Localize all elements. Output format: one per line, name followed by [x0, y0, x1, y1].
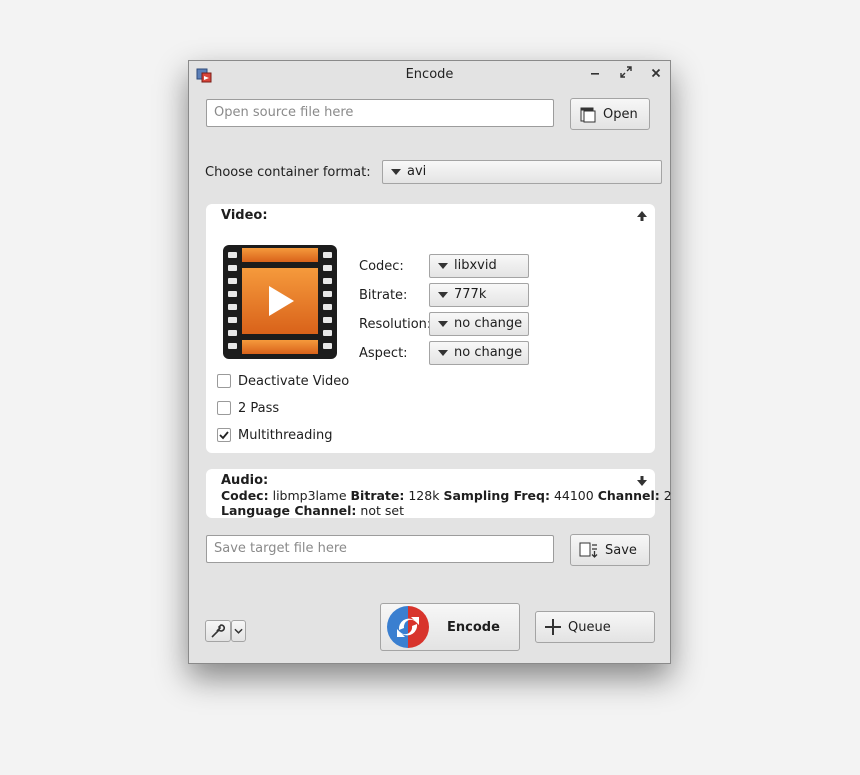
deactivate-video-checkbox[interactable]: [217, 374, 231, 388]
expand-down-icon[interactable]: [636, 475, 648, 487]
plus-icon: [545, 619, 561, 635]
audio-bitrate-key: Bitrate:: [350, 488, 405, 503]
container-format-value: avi: [407, 164, 427, 179]
two-pass-checkbox[interactable]: [217, 401, 231, 415]
container-format-select[interactable]: avi: [382, 160, 662, 184]
encode-button[interactable]: Encode: [380, 603, 520, 651]
audio-language-line: Language Channel: not set: [221, 503, 404, 518]
aspect-select[interactable]: no change: [429, 341, 529, 365]
audio-sampling-value: 44100: [553, 488, 594, 503]
wrench-icon: [211, 624, 225, 638]
collapse-up-icon[interactable]: [636, 210, 648, 222]
resolution-value: no change: [454, 316, 523, 331]
aspect-value: no change: [454, 345, 523, 360]
encode-button-label: Encode: [447, 619, 500, 635]
save-button-label: Save: [605, 542, 637, 558]
save-button[interactable]: Save: [570, 534, 650, 566]
queue-button[interactable]: Queue: [535, 611, 655, 643]
audio-channel-key: Channel:: [597, 488, 660, 503]
container-format-label: Choose container format:: [205, 165, 371, 180]
audio-codec-key: Codec:: [221, 488, 269, 503]
chevron-down-icon: [234, 628, 243, 634]
multithreading-label: Multithreading: [238, 428, 333, 443]
checkmark-icon: [219, 431, 229, 440]
open-button-label: Open: [603, 106, 638, 122]
codec-label: Codec:: [359, 259, 404, 274]
title-bar: Encode: [189, 61, 670, 89]
audio-channel-value: 2: [663, 488, 672, 503]
codec-select[interactable]: libxvid: [429, 254, 529, 278]
close-icon[interactable]: [647, 66, 665, 84]
minimize-icon[interactable]: [586, 66, 604, 84]
chevron-down-icon: [438, 292, 448, 298]
two-pass-label: 2 Pass: [238, 401, 280, 416]
codec-value: libxvid: [454, 258, 497, 273]
bitrate-value: 777k: [454, 287, 487, 302]
queue-button-label: Queue: [568, 619, 611, 635]
source-file-input[interactable]: Open source file here: [206, 99, 554, 127]
audio-language-key: Language Channel:: [221, 503, 357, 518]
audio-language-value: not set: [360, 503, 404, 518]
tools-dropdown-button[interactable]: [231, 620, 246, 642]
chevron-down-icon: [438, 263, 448, 269]
save-file-icon: [579, 542, 598, 558]
deactivate-video-label: Deactivate Video: [238, 374, 350, 389]
audio-panel[interactable]: Audio: Codec: libmp3lame Bitrate: 128k S…: [206, 469, 672, 518]
bitrate-select[interactable]: 777k: [429, 283, 529, 307]
encode-window: Encode Open source file here Open Choose…: [188, 60, 672, 664]
audio-summary-line: Codec: libmp3lame Bitrate: 128k Sampling…: [221, 488, 672, 503]
multithreading-checkbox[interactable]: [217, 428, 231, 442]
audio-panel-title: Audio:: [221, 473, 269, 488]
open-button[interactable]: Open: [570, 98, 650, 130]
video-film-icon: [223, 245, 337, 359]
open-folder-icon: [580, 107, 596, 123]
audio-bitrate-value: 128k: [408, 488, 440, 503]
chevron-down-icon: [391, 169, 401, 175]
chevron-down-icon: [438, 321, 448, 327]
audio-codec-value: libmp3lame: [272, 488, 347, 503]
video-panel: Video: Codec: libxvid Bitrate: 777k Reso…: [206, 204, 655, 453]
video-panel-title: Video:: [221, 208, 268, 223]
target-file-input[interactable]: Save target file here: [206, 535, 554, 563]
bitrate-label: Bitrate:: [359, 288, 408, 303]
resolution-select[interactable]: no change: [429, 312, 529, 336]
chevron-down-icon: [438, 350, 448, 356]
aspect-label: Aspect:: [359, 346, 408, 361]
tools-button[interactable]: [205, 620, 231, 642]
resolution-label: Resolution:: [359, 317, 432, 332]
audio-sampling-key: Sampling Freq:: [443, 488, 550, 503]
encode-icon: [387, 606, 429, 648]
maximize-icon[interactable]: [617, 66, 635, 84]
